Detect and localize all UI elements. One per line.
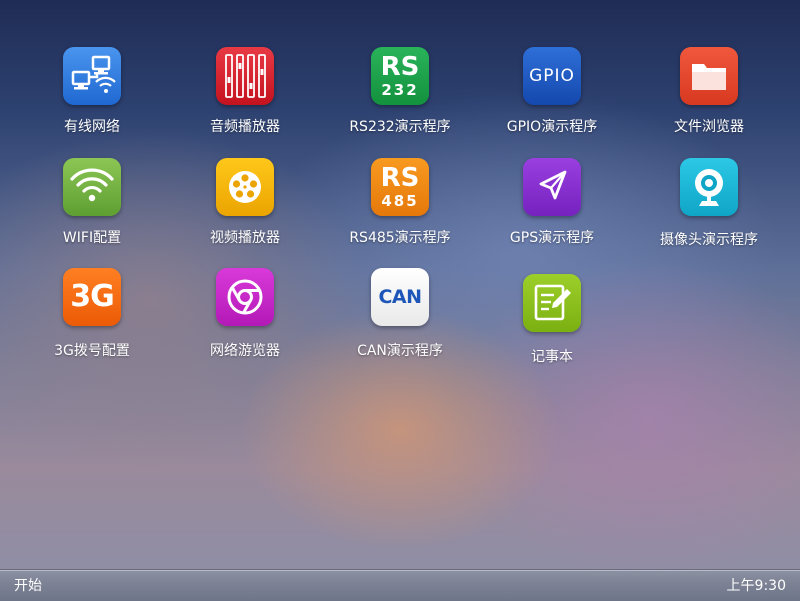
app-label: CAN演示程序 <box>357 343 443 359</box>
app-label: WIFI配置 <box>62 230 122 246</box>
app-file-browser[interactable]: 文件浏览器 <box>634 47 784 135</box>
app-can[interactable]: CAN CAN演示程序 <box>325 268 475 359</box>
app-label: 音频播放器 <box>210 119 280 135</box>
3g-icon-text: 3G <box>70 279 114 314</box>
app-label: RS232演示程序 <box>349 119 451 135</box>
rs232-icon-text-bottom: 232 <box>381 81 419 99</box>
rs232-icon: RS 232 <box>371 47 429 105</box>
rs485-icon: RS 485 <box>371 158 429 216</box>
app-rs232[interactable]: RS 232 RS232演示程序 <box>325 47 475 135</box>
rs232-icon-text-top: RS <box>380 52 420 82</box>
wired-network-icon <box>63 47 121 105</box>
app-web-browser[interactable]: 网络游览器 <box>170 268 320 359</box>
app-camera[interactable]: 摄像头演示程序 <box>634 158 784 248</box>
taskbar: 开始 上午9:30 <box>0 570 800 601</box>
app-3g-dial[interactable]: 3G 3G拨号配置 <box>17 268 167 359</box>
app-wired-network[interactable]: 有线网络 <box>17 47 167 135</box>
app-label: 网络游览器 <box>210 343 280 359</box>
video-player-icon <box>216 158 274 216</box>
app-label: GPS演示程序 <box>509 230 595 246</box>
app-audio-player[interactable]: 音频播放器 <box>170 47 320 135</box>
camera-icon <box>680 158 738 216</box>
rs485-icon-text-top: RS <box>380 163 420 193</box>
app-label: 视频播放器 <box>210 230 280 246</box>
app-video-player[interactable]: 视频播放器 <box>170 158 320 246</box>
folder-icon <box>680 47 738 105</box>
app-gpio[interactable]: GPIO GPIO演示程序 <box>477 47 627 135</box>
can-icon-text: CAN <box>378 285 422 308</box>
app-label: 文件浏览器 <box>674 119 744 135</box>
app-label: 有线网络 <box>64 119 120 135</box>
app-label: 记事本 <box>531 349 573 365</box>
can-icon: CAN <box>371 268 429 326</box>
clock: 上午9:30 <box>726 578 786 594</box>
browser-icon <box>216 268 274 326</box>
app-label: RS485演示程序 <box>349 230 451 246</box>
app-label: GPIO演示程序 <box>506 119 598 135</box>
app-gps[interactable]: GPS演示程序 <box>477 158 627 246</box>
3g-dial-icon: 3G <box>63 268 121 326</box>
gps-icon <box>523 158 581 216</box>
app-wifi-config[interactable]: WIFI配置 <box>17 158 167 246</box>
notepad-icon <box>523 274 581 332</box>
desktop: 有线网络 音频播放器 RS 232 RS232演示程序 GPIO GPIO演示程… <box>0 0 800 570</box>
rs485-icon-text-bottom: 485 <box>381 192 419 210</box>
app-notepad[interactable]: 记事本 <box>477 274 627 365</box>
gpio-icon: GPIO <box>523 47 581 105</box>
audio-player-icon <box>216 47 274 105</box>
app-label: 摄像头演示程序 <box>660 232 758 248</box>
app-label: 3G拨号配置 <box>54 343 130 359</box>
wifi-icon <box>63 158 121 216</box>
gpio-icon-text: GPIO <box>529 65 575 86</box>
start-button[interactable]: 开始 <box>14 577 42 595</box>
app-rs485[interactable]: RS 485 RS485演示程序 <box>325 158 475 246</box>
